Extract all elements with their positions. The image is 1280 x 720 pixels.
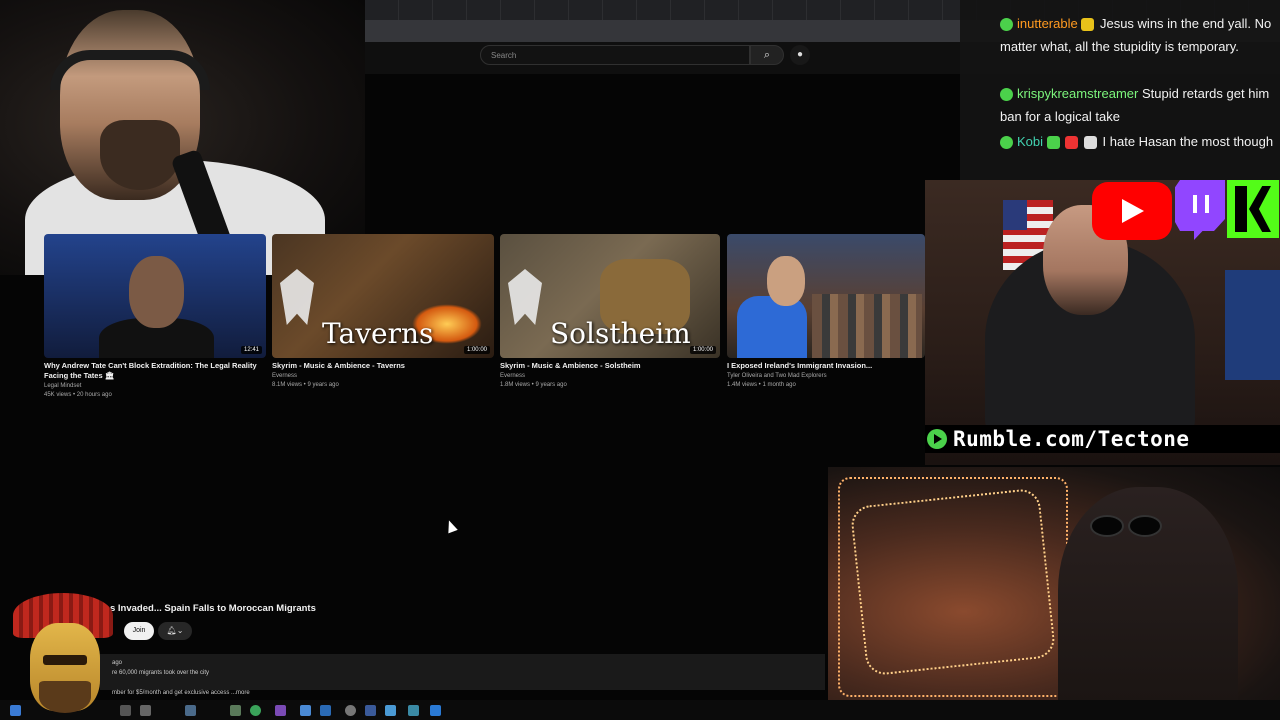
browser-tab[interactable] bbox=[569, 0, 603, 20]
badge-icon bbox=[1065, 136, 1079, 150]
chat-message: krispykreamstreamer Stupid retards get h… bbox=[1000, 82, 1275, 128]
mouse-cursor-icon bbox=[444, 518, 458, 534]
rumble-user-icon bbox=[1000, 88, 1013, 102]
description-text: mber for $5/month and get exclusive acce… bbox=[112, 690, 250, 696]
thumbnail-person-body bbox=[737, 296, 807, 358]
browser-tab[interactable] bbox=[875, 0, 909, 20]
browser-tab[interactable] bbox=[603, 0, 637, 20]
browser-tab[interactable] bbox=[501, 0, 535, 20]
video-title-line[interactable]: Facing the Tates 🏛 bbox=[44, 371, 266, 381]
chat-text: I hate Hasan the most though bbox=[1102, 134, 1274, 149]
video-thumbnail[interactable]: 12:41 bbox=[44, 234, 266, 358]
string-lights bbox=[849, 487, 1057, 677]
taskbar-app-icon[interactable] bbox=[320, 705, 331, 716]
browser-tab[interactable] bbox=[467, 0, 501, 20]
helmet-visor bbox=[43, 655, 87, 665]
video-title[interactable]: I Exposed Ireland's Immigrant Invasion..… bbox=[727, 361, 925, 371]
video-title[interactable]: Skyrim - Music & Ambience - Taverns bbox=[272, 361, 494, 371]
browser-tab[interactable] bbox=[909, 0, 943, 20]
taskbar-app-icon[interactable] bbox=[408, 705, 419, 716]
browser-tab[interactable] bbox=[365, 0, 399, 20]
chat-message: inutterable Jesus wins in the end yall. … bbox=[1000, 12, 1275, 58]
chat-message: Kobi I hate Hasan the most though bbox=[1000, 130, 1275, 153]
voice-search-button[interactable]: ● bbox=[790, 45, 810, 65]
taskbar-app-icon[interactable] bbox=[185, 705, 196, 716]
search-input[interactable]: Search bbox=[480, 45, 750, 65]
video-channel[interactable]: Legal Mindset bbox=[44, 383, 81, 389]
streamer-beard bbox=[100, 120, 180, 190]
video-meta: 8.1M views • 9 years ago bbox=[272, 382, 339, 388]
video-meta: 1.8M views • 9 years ago bbox=[500, 382, 567, 388]
video-duration: 1:00:00 bbox=[463, 346, 490, 354]
video-title[interactable]: Skyrim - Music & Ambience - Solstheim bbox=[500, 361, 720, 371]
video-meta: 45K views • 20 hours ago bbox=[44, 392, 112, 398]
search-button[interactable]: ⌕ bbox=[750, 45, 784, 65]
video-title-line[interactable]: Why Andrew Tate Can't Block Extradition:… bbox=[44, 361, 266, 371]
video-duration: 12:41 bbox=[240, 346, 262, 354]
thumbnail-text: Taverns bbox=[322, 317, 434, 350]
current-video-title: s Invaded... Spain Falls to Moroccan Mig… bbox=[110, 603, 316, 614]
taskbar-app-icon[interactable] bbox=[275, 705, 286, 716]
emote-beard bbox=[39, 681, 91, 713]
badge-icon bbox=[1083, 136, 1097, 150]
taskbar-app-icon[interactable] bbox=[250, 705, 261, 716]
video-thumbnail[interactable] bbox=[727, 234, 925, 358]
video-meta: 1.4M views • 1 month ago bbox=[727, 382, 796, 388]
browser-tab[interactable] bbox=[399, 0, 433, 20]
browser-tab[interactable] bbox=[773, 0, 807, 20]
rumble-logo-icon bbox=[927, 429, 947, 449]
bell-icon: 🔔︎⌄ bbox=[166, 626, 184, 635]
browser-tab[interactable] bbox=[807, 0, 841, 20]
taskbar-app-icon[interactable] bbox=[140, 705, 151, 716]
thumbnail-person-face bbox=[767, 256, 805, 306]
rumble-banner: Rumble.com/Tectone bbox=[925, 425, 1280, 453]
youtube-logo-icon bbox=[1092, 182, 1172, 240]
rumble-user-icon bbox=[1000, 18, 1013, 32]
browser-tab[interactable] bbox=[739, 0, 773, 20]
skyrim-emblem-icon bbox=[508, 269, 542, 325]
taskbar-app-icon[interactable] bbox=[430, 705, 441, 716]
badge-icon bbox=[1046, 136, 1060, 150]
video-channel[interactable]: Everness bbox=[272, 373, 297, 379]
sunglasses bbox=[1090, 515, 1170, 537]
video-thumbnail[interactable]: Taverns 1:00:00 bbox=[272, 234, 494, 358]
kick-logo-icon bbox=[1227, 180, 1279, 238]
taskbar-app-icon[interactable] bbox=[345, 705, 356, 716]
chat-username: Kobi bbox=[1017, 134, 1044, 149]
chat-username: krispykreamstreamer bbox=[1017, 86, 1139, 101]
taskbar-app-icon[interactable] bbox=[365, 705, 376, 716]
taskbar-app-icon[interactable] bbox=[300, 705, 311, 716]
skyrim-emblem-icon bbox=[280, 269, 314, 325]
third-webcam bbox=[828, 467, 1280, 708]
search-icon: ⌕ bbox=[763, 49, 771, 61]
rumble-user-icon bbox=[1000, 136, 1013, 150]
chat-username: inutterable bbox=[1017, 16, 1078, 31]
video-channel[interactable]: Tyler Oliveira and Two Mad Explorers bbox=[727, 373, 827, 379]
browser-tab[interactable] bbox=[637, 0, 671, 20]
browser-tab[interactable] bbox=[433, 0, 467, 20]
thumbnail-crowd bbox=[812, 294, 922, 358]
taskbar-app-icon[interactable] bbox=[385, 705, 396, 716]
browser-tab[interactable] bbox=[705, 0, 739, 20]
badge-icon bbox=[1081, 18, 1095, 32]
video-thumbnail[interactable]: Solstheim 1:00:00 bbox=[500, 234, 720, 358]
video-channel[interactable]: Everness bbox=[500, 373, 525, 379]
video-duration: 1:00:00 bbox=[689, 346, 716, 354]
browser-tab[interactable] bbox=[671, 0, 705, 20]
browser-tab[interactable] bbox=[535, 0, 569, 20]
description-text: re 60,000 migrants took over the city bbox=[112, 670, 210, 676]
subscribe-bell-button[interactable]: 🔔︎⌄ bbox=[158, 622, 192, 640]
video-title[interactable]: Why Andrew Tate Can't Block Extradition:… bbox=[44, 361, 266, 381]
spartan-emote bbox=[5, 593, 123, 715]
thumbnail-person-face bbox=[129, 256, 184, 328]
taskbar-app-icon[interactable] bbox=[230, 705, 241, 716]
browser-tab[interactable] bbox=[841, 0, 875, 20]
thumbnail-text: Solstheim bbox=[550, 317, 691, 350]
blue-chair bbox=[1225, 270, 1280, 380]
microphone-icon: ● bbox=[796, 49, 804, 60]
headphones bbox=[50, 50, 210, 90]
join-button[interactable]: Join bbox=[124, 622, 154, 640]
